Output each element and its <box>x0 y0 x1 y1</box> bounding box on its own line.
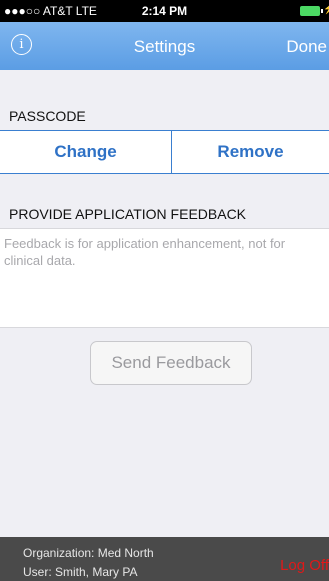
remove-passcode-button[interactable]: Remove <box>172 131 329 173</box>
feedback-textarea[interactable]: Feedback is for application enhancement,… <box>0 228 329 328</box>
done-button[interactable]: Done <box>286 37 327 57</box>
footer-bar: Organization: Med North User: Smith, Mar… <box>0 537 329 581</box>
passcode-segmented-control: Change Remove <box>0 130 329 174</box>
battery-icon: ⚡ <box>300 4 329 16</box>
change-passcode-button[interactable]: Change <box>0 131 171 173</box>
organization-label: Organization: Med North <box>23 546 154 560</box>
page-title: Settings <box>133 37 196 56</box>
passcode-section-label: PASSCODE <box>9 108 86 124</box>
status-bar: ●●●○○ AT&T LTE 2:14 PM ⚡ <box>0 0 329 22</box>
send-feedback-button[interactable]: Send Feedback <box>90 341 252 385</box>
feedback-section-label: PROVIDE APPLICATION FEEDBACK <box>9 206 247 222</box>
nav-bar: i Settings Done <box>0 22 329 70</box>
user-label: User: Smith, Mary PA <box>23 565 138 579</box>
log-off-button[interactable]: Log Off <box>280 557 329 574</box>
status-time: 2:14 PM <box>141 4 188 18</box>
